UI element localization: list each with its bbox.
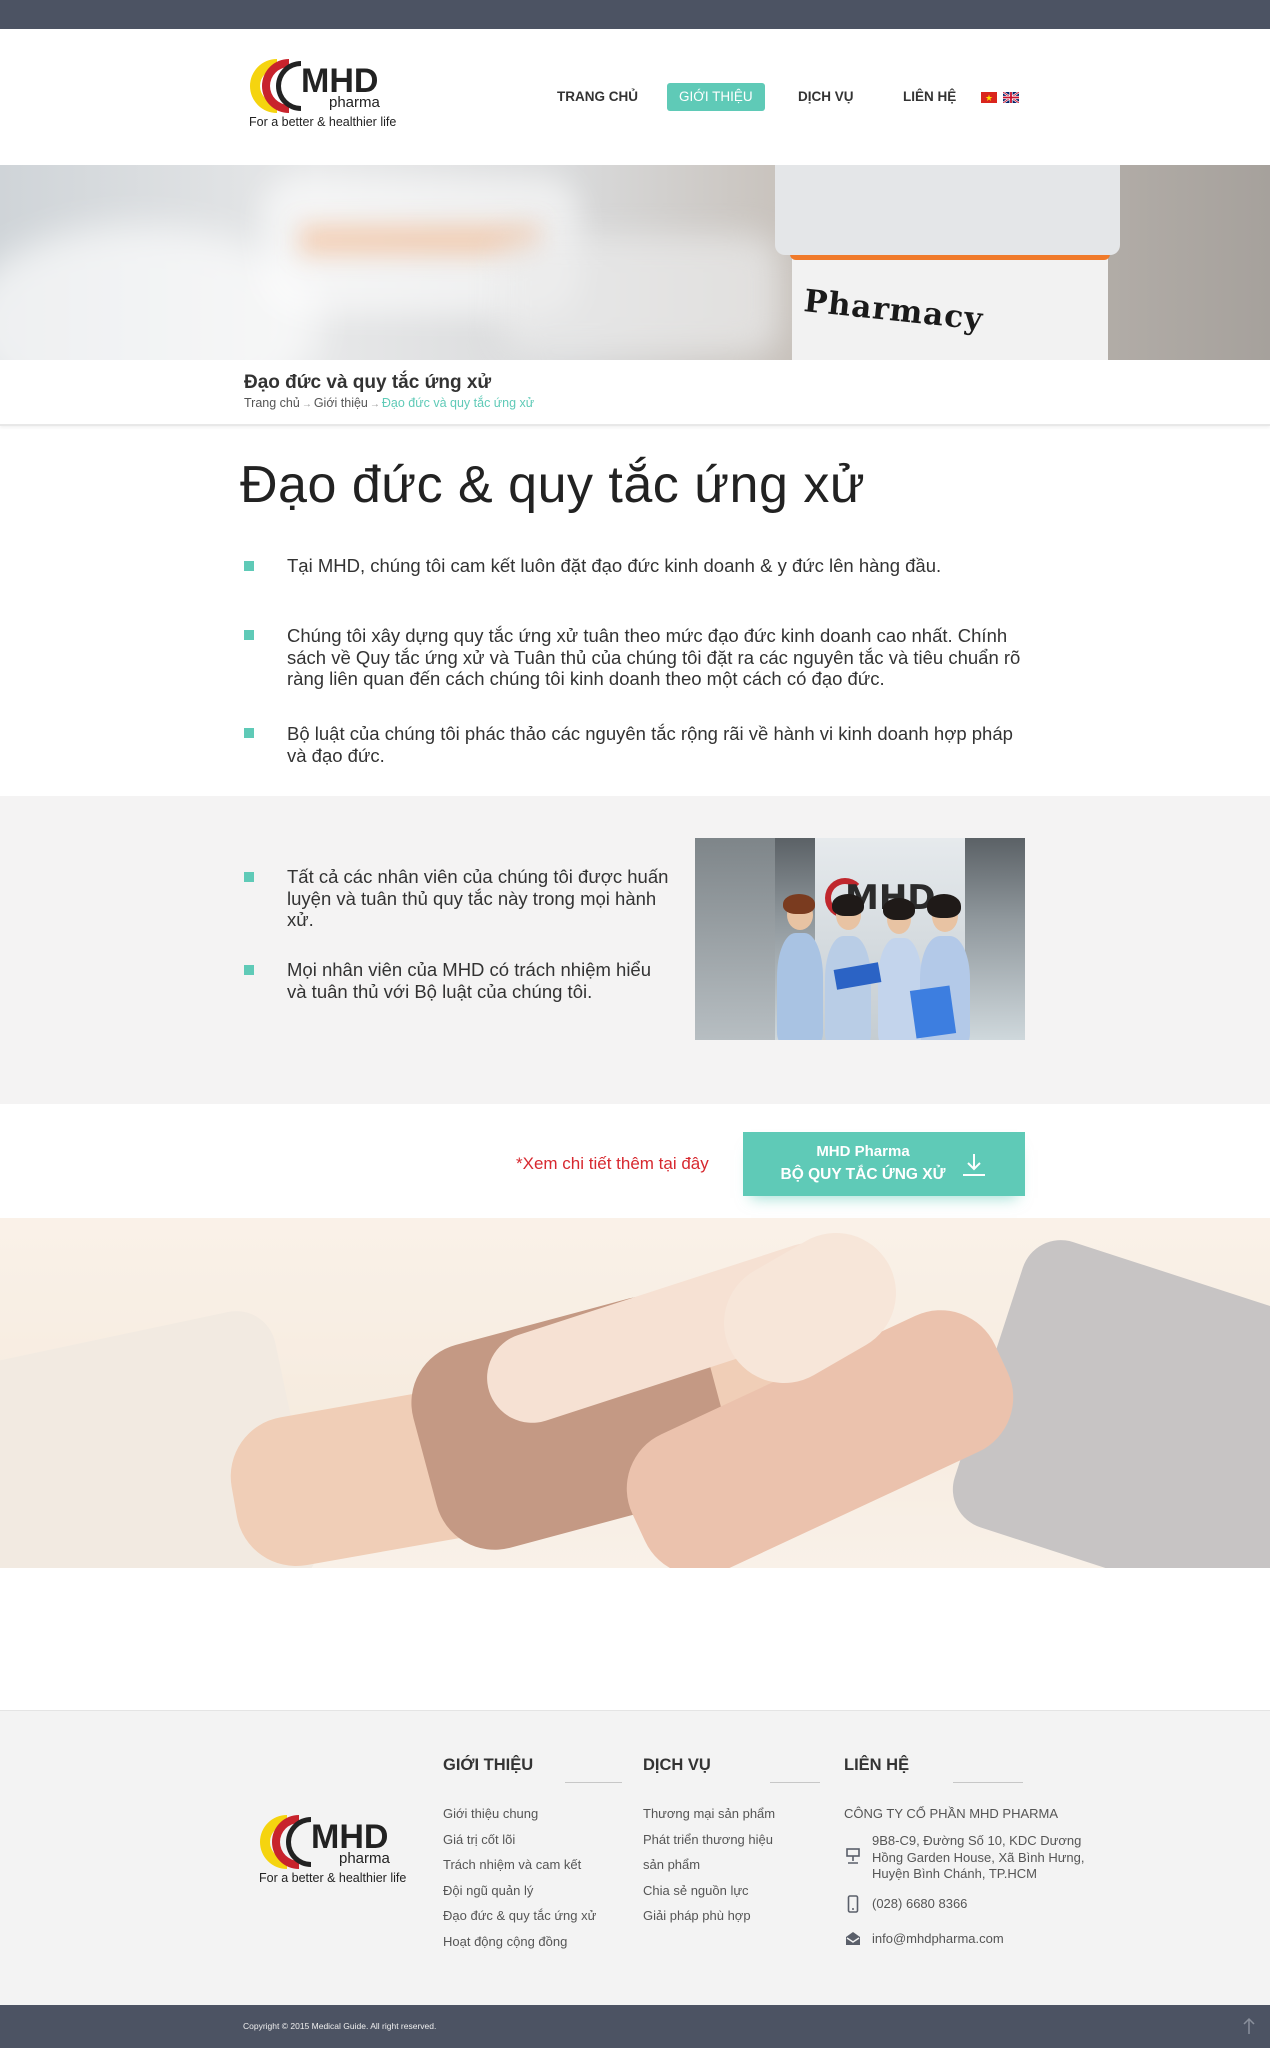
footer-link[interactable]: Đội ngũ quản lý [443,1883,533,1898]
nav-home[interactable]: TRANG CHỦ [545,83,650,111]
cta-line2: BỘ QUY TẮC ỨNG XỬ [780,1166,946,1183]
footer-link[interactable]: sản phẩm [643,1857,700,1872]
footer-address: 9B8-C9, Đường Số 10, KDC Dương Hồng Gard… [872,1833,1085,1883]
stacked-hands-image [0,1218,1270,1568]
site-footer: MHD pharma For a better & healthier life… [0,1710,1270,2005]
footer-link[interactable]: Đạo đức & quy tắc ứng xử [443,1908,596,1923]
footer-about-title: GIỚI THIỆU [443,1756,534,1774]
training-section [0,796,1270,1104]
back-to-top-icon[interactable] [1240,2017,1258,2035]
breadcrumb-about[interactable]: Giới thiệu [314,396,368,410]
bullet-icon [244,561,254,571]
breadcrumb: Trang chủ → Giới thiệu → Đạo đức và quy tắc … [244,396,534,410]
footer-email[interactable]: info@mhdpharma.com [872,1931,1004,1948]
bottom-bar: Copyright © 2015 Medical Guide. All righ… [0,2005,1270,2048]
download-code-button[interactable]: MHD Pharma BỘ QUY TẮC ỨNG XỬ [743,1132,1025,1196]
footer-company: CÔNG TY CỔ PHẦN MHD PHARMA [844,1806,1059,1821]
breadcrumb-separator-icon: → [301,399,312,410]
bullet-icon [244,965,254,975]
footer-services-title: DỊCH VỤ [643,1756,711,1774]
breadcrumb-current: Đạo đức và quy tắc ứng xử [381,396,535,410]
footer-logo-tagline: For a better & healthier life [259,1871,407,1885]
footer-divider [953,1782,1023,1783]
location-icon [846,1848,860,1864]
footer-link[interactable]: Trách nhiệm và cam kết [443,1857,581,1872]
hero-banner: Pharmacy [0,165,1270,360]
mail-icon [846,1932,860,1945]
phone-icon [847,1895,859,1913]
content-point: Mọi nhân viên của MHD có trách nhiệm hiể… [287,959,652,1002]
page-subtitle: Đạo đức và quy tắc ứng xử [244,372,492,393]
footer-link[interactable]: Chia sẻ nguồn lực [643,1883,749,1898]
team-photo: MHD [695,838,1025,1040]
cta-line1: MHD Pharma [816,1143,910,1160]
nav-services[interactable]: DỊCH VỤ [786,83,866,111]
cta-note[interactable]: *Xem chi tiết thêm tại đây [516,1154,709,1174]
breadcrumb-separator-icon: → [369,399,380,410]
footer-link[interactable]: Thương mại sản phẩm [643,1806,775,1821]
footer-link[interactable]: Giới thiệu chung [443,1806,538,1821]
nav-about[interactable]: GIỚI THIỆU [667,83,765,111]
content-point: Bộ luật của chúng tôi phác thảo các nguy… [287,723,1013,766]
footer-divider [770,1782,820,1783]
uk-flag-icon[interactable] [1003,92,1019,103]
footer-divider [565,1782,622,1783]
footer-address-line: Huyện Bình Chánh, TP.HCM [872,1866,1037,1881]
content-point: Tất cả các nhân viên của chúng tôi được … [287,866,669,930]
bullet-icon [244,630,254,640]
footer-logo-sub: pharma [339,1850,391,1867]
download-icon [963,1154,985,1176]
top-bar [0,0,1270,29]
breadcrumb-home[interactable]: Trang chủ [244,396,300,410]
footer-address-line: 9B8-C9, Đường Số 10, KDC Dương [872,1833,1082,1848]
content-point: Chúng tôi xây dựng quy tắc ứng xử tuân t… [287,625,1021,689]
nav-contact[interactable]: LIÊN HỆ [891,83,968,111]
download-section: *Xem chi tiết thêm tại đây MHD Pharma BỘ… [0,1104,1270,1218]
main-nav: TRANG CHỦ GIỚI THIỆU DỊCH VỤ LIÊN HỆ [0,83,1270,113]
page-title: Đạo đức & quy tắc ứng xử [240,456,866,514]
footer-link[interactable]: Hoạt động cộng đồng [443,1934,567,1949]
footer-contact-title: LIÊN HỆ [844,1756,910,1774]
footer-logo-mark: MHD pharma [259,1815,391,1869]
page-title-bar: Đạo đức và quy tắc ứng xử Trang chủ → Giới… [0,360,1270,426]
footer-link[interactable]: Giải pháp phù hợp [643,1908,751,1923]
bullet-icon [244,872,254,882]
copyright: Copyright © 2015 Medical Guide. All righ… [243,2021,437,2031]
bullet-icon [244,728,254,738]
footer-logo[interactable]: MHD pharma For a better & healthier life [253,1811,428,1893]
site-header: MHD pharma For a better & healthier life… [0,29,1270,165]
content-point: Tại MHD, chúng tôi cam kết luôn đặt đạo … [287,555,942,576]
logo-tagline: For a better & healthier life [249,115,397,129]
vi-flag-icon[interactable] [981,92,997,103]
footer-phone[interactable]: (028) 6680 8366 [872,1896,967,1913]
footer-address-line: Hồng Garden House, Xã Bình Hưng, [872,1849,1085,1865]
footer-link[interactable]: Giá trị cốt lõi [443,1832,515,1847]
footer-link[interactable]: Phát triển thương hiệu [643,1832,773,1847]
